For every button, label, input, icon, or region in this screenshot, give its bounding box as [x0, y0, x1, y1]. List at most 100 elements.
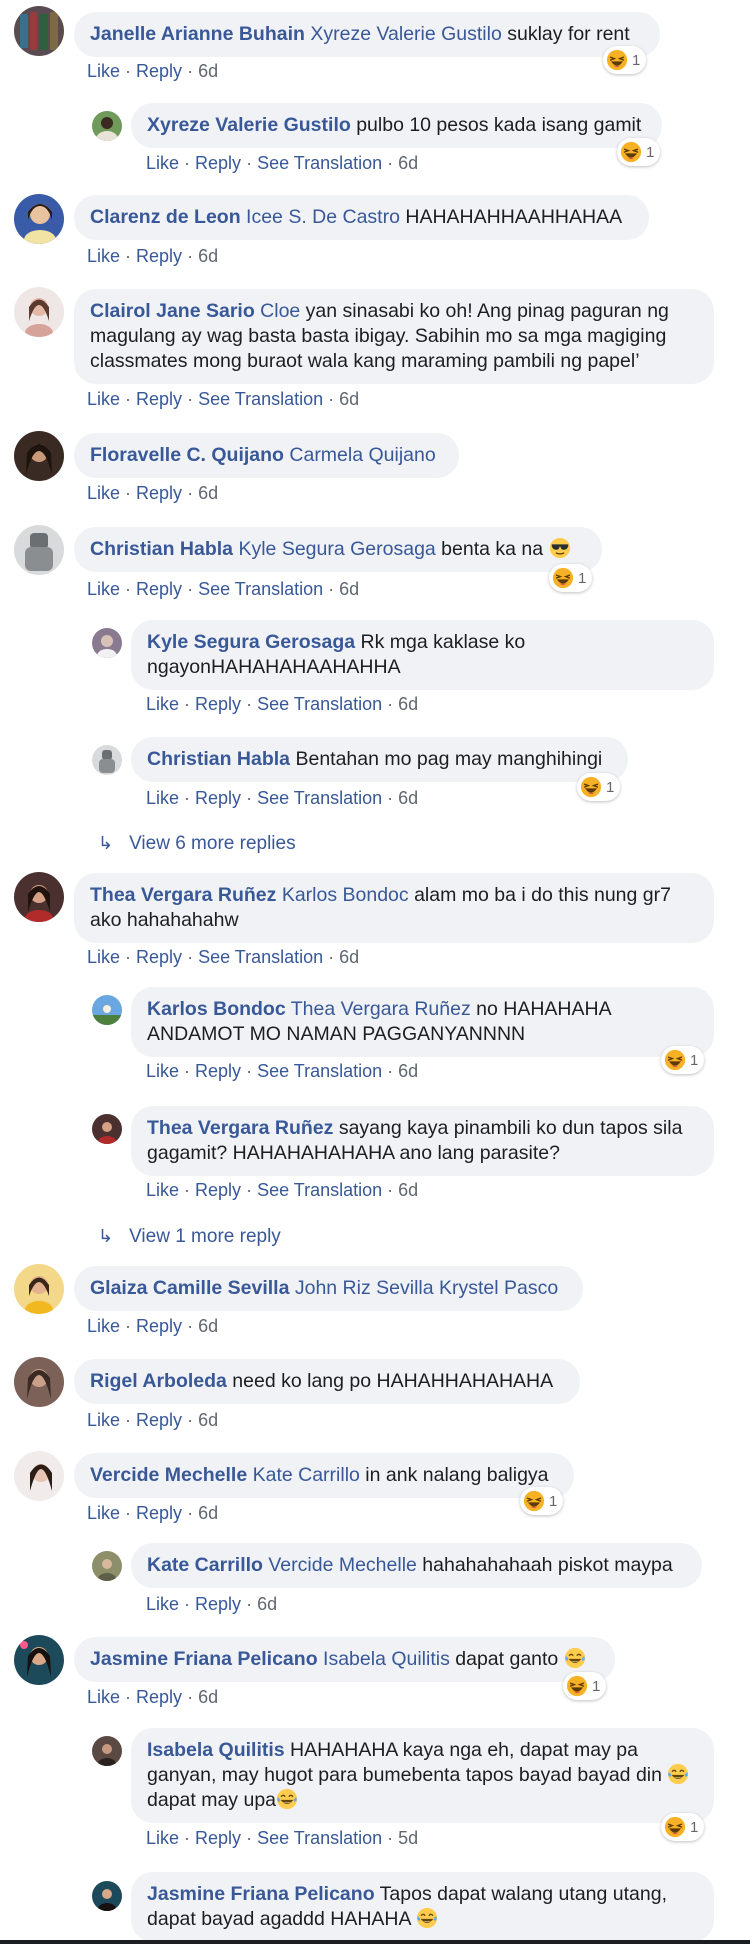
commenter-name[interactable]: Floravelle C. Quijano	[90, 444, 284, 466]
like-button[interactable]: Like	[87, 947, 120, 967]
reaction-badge[interactable]: 1	[549, 564, 593, 592]
timestamp[interactable]: 6d	[339, 389, 359, 409]
reply-button[interactable]: Reply	[136, 483, 182, 503]
reaction-badge[interactable]: 1	[661, 1813, 705, 1841]
reply-button[interactable]: Reply	[136, 246, 182, 266]
reaction-badge[interactable]: 1	[520, 1487, 564, 1515]
like-button[interactable]: Like	[146, 1061, 179, 1081]
avatar[interactable]	[92, 111, 122, 141]
timestamp[interactable]: 6d	[398, 1180, 418, 1200]
like-button[interactable]: Like	[87, 1410, 120, 1430]
tagged-user[interactable]: Thea Vergara Ruñez	[291, 998, 471, 1020]
reply-button[interactable]: Reply	[195, 1180, 241, 1200]
commenter-name[interactable]: Vercide Mechelle	[90, 1464, 247, 1486]
reaction-badge[interactable]: 1	[661, 1046, 705, 1074]
like-button[interactable]: Like	[87, 1316, 120, 1336]
reply-button[interactable]: Reply	[195, 1061, 241, 1081]
see-translation-button[interactable]: See Translation	[257, 153, 382, 173]
tagged-user[interactable]: Kate Carrillo	[253, 1464, 360, 1486]
reaction-badge[interactable]: 1	[603, 46, 647, 74]
reaction-badge[interactable]: 1	[617, 138, 661, 166]
see-translation-button[interactable]: See Translation	[257, 788, 382, 808]
avatar[interactable]	[92, 995, 122, 1025]
like-button[interactable]: Like	[87, 61, 120, 81]
avatar[interactable]	[92, 1881, 122, 1911]
see-translation-button[interactable]: See Translation	[257, 694, 382, 714]
commenter-name[interactable]: Kate Carrillo	[147, 1554, 263, 1576]
timestamp[interactable]: 6d	[198, 1316, 218, 1336]
timestamp[interactable]: 6d	[339, 579, 359, 599]
see-translation-button[interactable]: See Translation	[198, 579, 323, 599]
like-button[interactable]: Like	[87, 1687, 120, 1707]
avatar[interactable]	[14, 287, 64, 337]
reply-button[interactable]: Reply	[136, 1687, 182, 1707]
commenter-name[interactable]: Jasmine Friana Pelicano	[90, 1648, 318, 1670]
like-button[interactable]: Like	[146, 1594, 179, 1614]
timestamp[interactable]: 6d	[398, 694, 418, 714]
reply-button[interactable]: Reply	[136, 61, 182, 81]
see-translation-button[interactable]: See Translation	[257, 1828, 382, 1848]
avatar[interactable]	[14, 194, 64, 244]
commenter-name[interactable]: Thea Vergara Ruñez	[90, 884, 276, 906]
like-button[interactable]: Like	[146, 1180, 179, 1200]
timestamp[interactable]: 5d	[398, 1828, 418, 1848]
like-button[interactable]: Like	[87, 579, 120, 599]
reply-button[interactable]: Reply	[195, 1828, 241, 1848]
reply-button[interactable]: Reply	[136, 579, 182, 599]
like-button[interactable]: Like	[87, 1503, 120, 1523]
avatar[interactable]	[92, 628, 122, 658]
tagged-user[interactable]: Karlos Bondoc	[282, 884, 409, 906]
timestamp[interactable]: 6d	[339, 947, 359, 967]
avatar[interactable]	[14, 431, 64, 481]
view-more-replies-link[interactable]: ↳ View 6 more replies	[98, 833, 296, 855]
like-button[interactable]: Like	[146, 1828, 179, 1848]
commenter-name[interactable]: Christian Habla	[147, 748, 290, 770]
reply-button[interactable]: Reply	[136, 1316, 182, 1336]
avatar[interactable]	[92, 1551, 122, 1581]
see-translation-button[interactable]: See Translation	[198, 389, 323, 409]
view-more-replies-link[interactable]: ↳ View 1 more reply	[98, 1226, 281, 1248]
commenter-name[interactable]: Clairol Jane Sario	[90, 300, 255, 322]
avatar[interactable]	[14, 1451, 64, 1501]
avatar[interactable]	[92, 745, 122, 775]
timestamp[interactable]: 6d	[198, 246, 218, 266]
avatar[interactable]	[14, 525, 64, 575]
tagged-user[interactable]: Xyreze Valerie Gustilo	[310, 23, 501, 45]
tagged-user[interactable]: Vercide Mechelle	[268, 1554, 417, 1576]
see-translation-button[interactable]: See Translation	[257, 1061, 382, 1081]
reply-button[interactable]: Reply	[136, 1410, 182, 1430]
reply-button[interactable]: Reply	[195, 153, 241, 173]
tagged-user[interactable]: Isabela Quilitis	[323, 1648, 450, 1670]
commenter-name[interactable]: Thea Vergara Ruñez	[147, 1117, 333, 1139]
like-button[interactable]: Like	[146, 694, 179, 714]
tagged-user[interactable]: Kyle Segura Gerosaga	[238, 538, 435, 560]
reply-button[interactable]: Reply	[195, 788, 241, 808]
like-button[interactable]: Like	[87, 246, 120, 266]
reply-button[interactable]: Reply	[136, 947, 182, 967]
tagged-user[interactable]: Cloe	[260, 300, 300, 322]
timestamp[interactable]: 6d	[198, 483, 218, 503]
commenter-name[interactable]: Isabela Quilitis	[147, 1739, 285, 1761]
tagged-user[interactable]: John Riz Sevilla Krystel Pasco	[295, 1277, 558, 1299]
commenter-name[interactable]: Jasmine Friana Pelicano	[147, 1883, 375, 1905]
reply-button[interactable]: Reply	[195, 1594, 241, 1614]
timestamp[interactable]: 6d	[198, 1503, 218, 1523]
reply-button[interactable]: Reply	[136, 1503, 182, 1523]
reaction-badge[interactable]: 1	[563, 1672, 607, 1700]
commenter-name[interactable]: Christian Habla	[90, 538, 233, 560]
avatar[interactable]	[14, 872, 64, 922]
avatar[interactable]	[14, 1635, 64, 1685]
reaction-badge[interactable]: 1	[577, 773, 621, 801]
commenter-name[interactable]: Clarenz de Leon	[90, 206, 241, 228]
commenter-name[interactable]: Xyreze Valerie Gustilo	[147, 114, 351, 136]
timestamp[interactable]: 6d	[198, 1410, 218, 1430]
like-button[interactable]: Like	[146, 788, 179, 808]
timestamp[interactable]: 6d	[398, 1061, 418, 1081]
avatar[interactable]	[92, 1736, 122, 1766]
like-button[interactable]: Like	[87, 483, 120, 503]
avatar[interactable]	[14, 1264, 64, 1314]
commenter-name[interactable]: Karlos Bondoc	[147, 998, 286, 1020]
reply-button[interactable]: Reply	[136, 389, 182, 409]
see-translation-button[interactable]: See Translation	[198, 947, 323, 967]
tagged-user[interactable]: Carmela Quijano	[289, 444, 435, 466]
